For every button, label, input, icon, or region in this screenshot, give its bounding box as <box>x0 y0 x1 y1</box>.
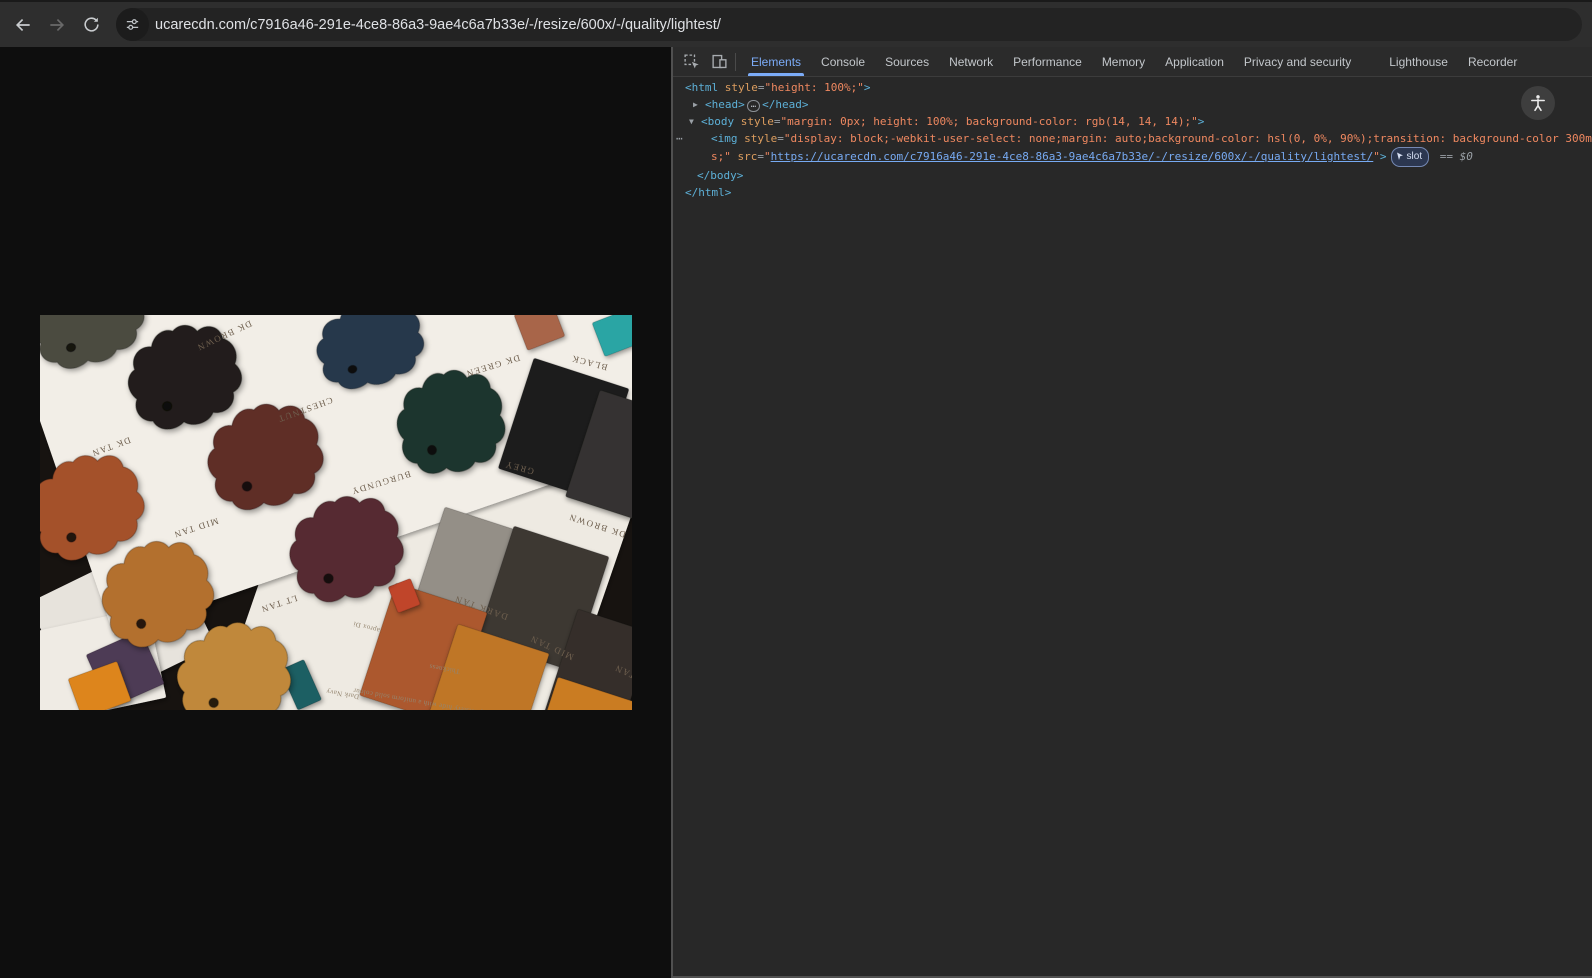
reload-icon <box>83 17 99 32</box>
inspect-element-icon <box>683 54 699 69</box>
toolbar-divider <box>735 52 736 71</box>
devtools-tab-bar: Elements Console Sources Network Performance… <box>741 48 1527 76</box>
tab-console[interactable]: Console <box>811 48 875 76</box>
code-token-arrow: ▶ <box>693 100 698 109</box>
code-line[interactable]: ▼ <body style="margin: 0px; height: 100%;… <box>673 113 1592 130</box>
code-token-punct: = <box>757 150 764 163</box>
code-token-dots: ⋯ <box>676 132 683 145</box>
code-token-tag: </html> <box>685 186 732 199</box>
accessibility-overlay-button[interactable] <box>1521 86 1555 120</box>
code-token-tag: > <box>1379 150 1387 163</box>
code-token-tag: > <box>863 81 871 94</box>
site-settings-button[interactable] <box>116 8 149 41</box>
url-bar[interactable]: ucarecdn.com/c7916a46-291e-4ce8-86a3-9ae… <box>116 8 1582 41</box>
inspect-cursor-icon <box>1396 152 1403 160</box>
browser-toolbar: ucarecdn.com/c7916a46-291e-4ce8-86a3-9ae… <box>0 0 1592 47</box>
code-token-tag: <img <box>711 132 738 145</box>
code-token-tag: </head> <box>762 98 809 111</box>
tab-performance[interactable]: Performance <box>1003 48 1092 76</box>
tab-application[interactable]: Application <box>1155 48 1234 76</box>
code-token-attr: src <box>737 150 758 163</box>
code-line[interactable]: </html> <box>673 184 1592 201</box>
elements-tree: <html style="height: 100%;"> ▶ <head>… </he… <box>673 77 1592 201</box>
code-token-val: "height: 100%;" <box>764 81 864 94</box>
code-line[interactable]: </body> <box>673 167 1592 184</box>
back-button[interactable] <box>6 8 40 42</box>
forward-button[interactable] <box>40 8 74 42</box>
inspect-element-button[interactable] <box>677 49 705 75</box>
code-line[interactable]: s;" src="https://ucarecdn.com/c7916a46-2… <box>673 147 1592 167</box>
code-token-tag: <html <box>685 81 719 94</box>
code-token-val: " <box>1373 150 1380 163</box>
tab-network[interactable]: Network <box>939 48 1003 76</box>
code-token-punct: = <box>757 81 765 94</box>
photo-content: DK BROWNCHESTNUTDK GREEN BLACKDK TANBURGU… <box>39 315 632 710</box>
tab-sources[interactable]: Sources <box>875 48 939 76</box>
code-token-punct: = <box>773 115 781 128</box>
code-token-attr: style <box>740 115 774 128</box>
slot-badge[interactable]: slot <box>1390 147 1430 167</box>
tab-elements[interactable]: Elements <box>741 48 811 76</box>
tab-memory[interactable]: Memory <box>1092 48 1155 76</box>
code-token-attr: style <box>744 132 778 145</box>
url-text: ucarecdn.com/c7916a46-291e-4ce8-86a3-9ae… <box>155 16 721 33</box>
code-line[interactable]: <html style="height: 100%;"> <box>673 79 1592 96</box>
code-token-tag: <body <box>701 115 735 128</box>
reload-button[interactable] <box>74 8 108 42</box>
devtools-panel: Elements Console Sources Network Performance… <box>671 47 1592 978</box>
code-token-val: "display: block;-webkit-user-select: non… <box>783 132 1592 145</box>
code-token-more: … <box>746 100 761 112</box>
code-token-val: " <box>764 150 771 163</box>
forward-arrow-icon <box>50 18 65 31</box>
tab-privacy-and-security[interactable]: Privacy and security <box>1234 48 1361 76</box>
devtools-toolbar: Elements Console Sources Network Performance… <box>673 47 1592 77</box>
device-toolbar-icon <box>711 54 727 69</box>
code-line[interactable]: ▶ <head>… </head> <box>673 96 1592 113</box>
code-token-tag: </body> <box>697 169 744 182</box>
accessibility-person-icon <box>1531 95 1545 112</box>
code-line[interactable]: ⋯ <img style="display: block;-webkit-user… <box>673 130 1592 147</box>
page-viewport: DK BROWN CHESTNUT DK GREEN BLACK DK TAN BURGU… <box>0 47 671 978</box>
tab-lighthouse[interactable]: Lighthouse <box>1379 48 1458 76</box>
code-token-val: "margin: 0px; height: 100%; background-c… <box>780 115 1198 128</box>
browser-window: ucarecdn.com/c7916a46-291e-4ce8-86a3-9ae… <box>0 0 1592 978</box>
device-toolbar-button[interactable] <box>705 49 733 75</box>
code-token-tag: > <box>1197 115 1205 128</box>
back-arrow-icon <box>15 18 30 31</box>
code-token-punct: = <box>777 132 784 145</box>
code-token-eq: == <box>1433 150 1460 163</box>
tune-site-settings-icon <box>126 19 139 30</box>
code-token-val: s;" <box>711 150 731 163</box>
code-token-tag: <head> <box>705 98 745 111</box>
leather-swatch-image[interactable]: DK BROWNCHESTNUTDK GREEN BLACKDK TANBURGU… <box>39 315 632 710</box>
code-token-dollar: $0 <box>1459 150 1473 163</box>
code-token-arrow: ▼ <box>689 117 694 126</box>
tab-recorder[interactable]: Recorder <box>1458 48 1527 76</box>
code-token-link: https://ucarecdn.com/c7916a46-291e-4ce8-… <box>770 150 1374 163</box>
code-token-attr: style <box>724 81 758 94</box>
